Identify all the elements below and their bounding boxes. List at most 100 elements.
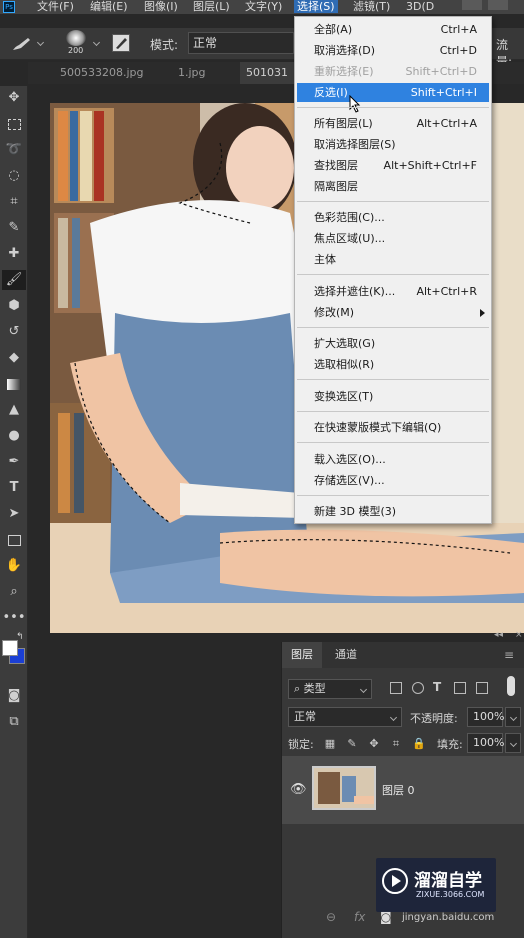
chevron-down-icon [509, 739, 518, 748]
menu-separator [297, 107, 489, 108]
panel-menu-icon[interactable]: ≡ [504, 648, 514, 662]
healing-brush-tool-icon[interactable]: ✚ [2, 244, 26, 264]
menu-item-modify[interactable]: 修改(M) [297, 303, 489, 322]
gradient-tool-icon[interactable] [2, 374, 26, 394]
mode-select[interactable]: 正常 [188, 32, 294, 54]
mode-label: 模式: [150, 38, 179, 52]
layer-name[interactable]: 图层 0 [382, 782, 415, 798]
menu-item-deselect-layers[interactable]: 取消选择图层(S) [297, 135, 489, 154]
menu-select[interactable]: 选择(S) [294, 0, 338, 13]
lock-artboard-icon[interactable]: ⌗ [390, 738, 402, 750]
opacity-dropdown[interactable] [505, 707, 521, 727]
menu-3d[interactable]: 3D(D [406, 0, 434, 13]
opacity-label: 不透明度: [410, 712, 458, 725]
menu-item-grow[interactable]: 扩大选取(G) [297, 334, 489, 353]
layer-style-icon[interactable]: fx [354, 910, 365, 924]
menu-item-save-selection[interactable]: 存储选区(V)... [297, 471, 489, 490]
type-tool-icon[interactable]: T [2, 478, 26, 498]
blend-mode-select[interactable]: 正常 [288, 707, 402, 727]
menu-edit[interactable]: 编辑(E) [90, 0, 128, 13]
menu-item-subject[interactable]: 主体 [297, 250, 489, 269]
swap-colors-icon[interactable]: ↰ [16, 632, 24, 642]
quick-mask-icon[interactable]: ◙ [2, 686, 26, 706]
smart-object-filter-icon[interactable] [476, 682, 488, 694]
layer-filter-kind-select[interactable]: ⌕ 类型 [288, 679, 372, 699]
filter-toggle[interactable] [507, 676, 515, 696]
menu-item-isolate-layers[interactable]: 隔离图层 [297, 177, 489, 196]
menu-item-focus-area[interactable]: 焦点区域(U)... [297, 229, 489, 248]
fill-dropdown[interactable] [505, 733, 521, 753]
dodge-tool-icon[interactable]: ● [2, 426, 26, 446]
menu-item-new-3d-model[interactable]: 新建 3D 模型(3) [297, 502, 489, 521]
path-select-tool-icon[interactable]: ➤ [2, 504, 26, 524]
hand-tool-icon[interactable]: ✋ [2, 556, 26, 576]
menu-layer[interactable]: 图层(L) [193, 0, 230, 13]
brush-tool-icon[interactable]: 🖌 [2, 270, 26, 290]
lasso-tool-icon[interactable]: ➰ [2, 140, 26, 160]
add-mask-icon[interactable]: ◙ [380, 910, 392, 924]
menu-item-select-and-mask[interactable]: 选择并遮住(K)... Alt+Ctrl+R [297, 282, 489, 301]
type-filter-icon[interactable]: T [433, 680, 441, 694]
menu-item-label: 修改(M) [314, 306, 355, 319]
stamp-tool-icon[interactable]: ⬢ [2, 296, 26, 316]
brush-tool-icon[interactable] [10, 36, 32, 52]
pen-tool-icon[interactable]: ✒ [2, 452, 26, 472]
menu-item-color-range[interactable]: 色彩范围(C)... [297, 208, 489, 227]
screen-mode-icon[interactable]: ⧉ [2, 712, 26, 732]
tab-document-active[interactable]: 501031 [240, 62, 294, 84]
shape-filter-icon[interactable] [454, 682, 466, 694]
lock-all-icon[interactable]: 🔒 [412, 738, 426, 750]
minimize-button[interactable] [462, 0, 482, 10]
eyedropper-tool-icon[interactable]: ✎ [2, 218, 26, 238]
menu-filter[interactable]: 滤镜(T) [353, 0, 390, 13]
brush-settings-icon[interactable] [112, 34, 130, 52]
menu-item-inverse[interactable]: 反选(I) Shift+Ctrl+I [297, 83, 489, 102]
menu-type[interactable]: 文字(Y) [245, 0, 282, 13]
opacity-input[interactable]: 100% [467, 707, 504, 727]
menu-item-transform-selection[interactable]: 变换选区(T) [297, 387, 489, 406]
lock-transparent-pixels-icon[interactable]: ▦ [324, 738, 336, 750]
link-layers-icon[interactable]: ⊖ [326, 910, 336, 924]
tab-document[interactable]: 1.jpg [172, 62, 212, 84]
maximize-button[interactable] [488, 0, 508, 10]
history-brush-tool-icon[interactable]: ↺ [2, 322, 26, 342]
lock-image-pixels-icon[interactable]: ✎ [346, 738, 358, 750]
chevron-down-icon[interactable] [92, 38, 101, 47]
menu-item-shortcut: Alt+Shift+Ctrl+F [383, 159, 477, 172]
layer-row[interactable]: 👁 图层 0 [282, 756, 524, 824]
color-swatches[interactable]: ↰ [2, 632, 26, 682]
visibility-eye-icon[interactable]: 👁 [290, 782, 307, 797]
foreground-color-swatch[interactable] [2, 640, 18, 656]
menu-item-find-layers[interactable]: 查找图层 Alt+Shift+Ctrl+F [297, 156, 489, 175]
tab-document[interactable]: 500533208.jpg [54, 62, 150, 84]
mouse-cursor-icon [349, 95, 361, 113]
menu-item-similar[interactable]: 选取相似(R) [297, 355, 489, 374]
menu-item-all[interactable]: 全部(A) Ctrl+A [297, 20, 489, 39]
chevron-down-icon[interactable] [36, 38, 45, 47]
quick-select-tool-icon[interactable]: ◌ [2, 166, 26, 186]
watermark-brand: 溜溜自学 [414, 871, 482, 891]
menu-item-quick-mask[interactable]: 在快速蒙版模式下编辑(Q) [297, 418, 489, 437]
close-panel-icon[interactable]: × [515, 630, 523, 640]
menu-item-load-selection[interactable]: 载入选区(O)... [297, 450, 489, 469]
marquee-tool-icon[interactable] [2, 114, 26, 134]
brush-preset-icon[interactable] [66, 30, 86, 46]
tab-layers[interactable]: 图层 [282, 642, 322, 668]
tab-channels[interactable]: 通道 [326, 642, 366, 668]
fill-input[interactable]: 100% [467, 733, 504, 753]
menu-item-deselect[interactable]: 取消选择(D) Ctrl+D [297, 41, 489, 60]
menu-item-all-layers[interactable]: 所有图层(L) Alt+Ctrl+A [297, 114, 489, 133]
blur-tool-icon[interactable]: ▲ [2, 400, 26, 420]
more-tools-icon[interactable]: ••• [2, 608, 26, 628]
zoom-tool-icon[interactable]: ⌕ [2, 582, 26, 602]
rectangle-tool-icon[interactable] [2, 530, 26, 550]
pixel-filter-icon[interactable] [390, 682, 402, 694]
menu-image[interactable]: 图像(I) [144, 0, 178, 13]
lock-position-icon[interactable]: ✥ [368, 738, 380, 750]
eraser-tool-icon[interactable]: ◆ [2, 348, 26, 368]
adjustment-filter-icon[interactable] [412, 682, 424, 694]
collapse-panel-icon[interactable]: ◂◂ [494, 630, 503, 640]
crop-tool-icon[interactable]: ⌗ [2, 192, 26, 212]
menu-file[interactable]: 文件(F) [37, 0, 74, 13]
move-tool-icon[interactable]: ✥ [2, 88, 26, 108]
